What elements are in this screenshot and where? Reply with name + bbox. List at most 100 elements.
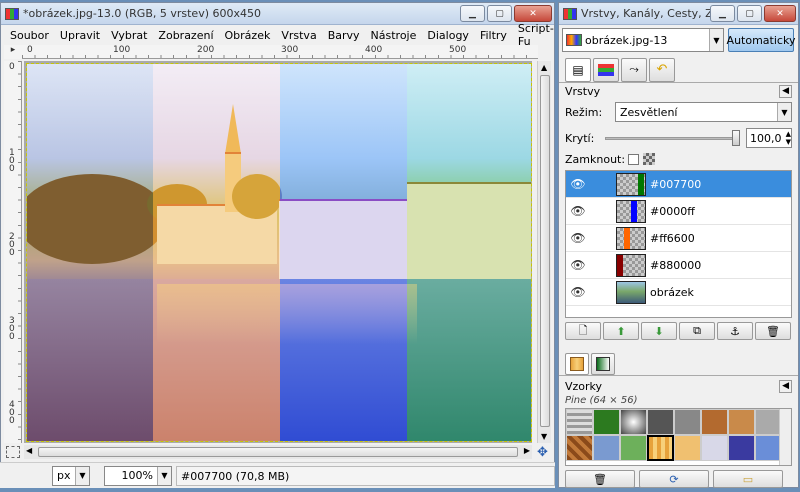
minimize-button[interactable]: ▁ — [710, 5, 735, 22]
lock-alpha-checkbox[interactable] — [628, 153, 640, 165]
selected-pattern-label: Pine (64 × 56) — [565, 395, 638, 406]
tab-patterns[interactable] — [565, 352, 589, 375]
layer-row[interactable]: 👁 #0000ff — [566, 198, 791, 225]
vertical-scrollbar[interactable]: ▲ ▼ — [537, 61, 551, 443]
open-pattern-button[interactable]: ▭ — [713, 470, 783, 488]
image-canvas[interactable] — [26, 63, 532, 442]
delete-pattern-button[interactable]: 🗑 — [565, 470, 635, 488]
mode-select[interactable]: Zesvětlení ▼ — [615, 102, 792, 122]
pattern-swatch[interactable] — [620, 435, 647, 461]
layer-row[interactable]: 👁 #880000 — [566, 252, 791, 279]
visibility-eye-icon[interactable]: 👁 — [566, 204, 590, 218]
pattern-swatch[interactable] — [728, 409, 755, 435]
mode-label: Režim: — [565, 105, 603, 119]
menu-obrazek[interactable]: Obrázek — [220, 29, 277, 42]
pattern-swatch[interactable] — [620, 409, 647, 435]
menu-dialogy[interactable]: Dialogy — [422, 29, 475, 42]
pattern-swatch[interactable] — [674, 409, 701, 435]
pattern-swatch[interactable] — [755, 435, 782, 461]
scroll-down-icon[interactable]: ▼ — [541, 432, 547, 441]
quick-mask-icon[interactable] — [6, 446, 20, 458]
maximize-button[interactable]: ▢ — [737, 5, 762, 22]
pattern-swatch[interactable] — [566, 409, 593, 435]
anchor-layer-button[interactable]: ⚓ — [717, 322, 753, 340]
image-selector-value: obrázek.jpg-13 — [585, 33, 668, 47]
scroll-up-icon[interactable]: ▲ — [541, 63, 547, 72]
unit-select[interactable]: px ▼ — [52, 465, 90, 486]
duplicate-layer-button[interactable]: ⧉ — [679, 322, 715, 340]
pattern-swatch[interactable] — [647, 409, 674, 435]
pattern-swatch-pine[interactable] — [647, 435, 674, 461]
menu-vybrat[interactable]: Vybrat — [106, 29, 153, 42]
lower-layer-button[interactable]: ⬇ — [641, 322, 677, 340]
pattern-swatch[interactable] — [674, 435, 701, 461]
duplicate-icon: ⧉ — [693, 324, 701, 337]
patterns-scrollbar[interactable] — [779, 409, 791, 465]
layer-row[interactable]: 👁 #007700 — [566, 171, 791, 198]
zoom-select[interactable]: 100% ▼ — [104, 465, 172, 486]
layer-color-strip — [617, 254, 623, 276]
ruler-left[interactable]: 0 1 0 0 2 0 0 3 0 0 4 0 0 — [4, 61, 22, 443]
new-layer-button[interactable]: 🗋 — [565, 322, 601, 340]
horizontal-scroll-thumb[interactable] — [38, 447, 518, 457]
close-button[interactable]: ✕ — [514, 5, 552, 22]
delete-layer-button[interactable]: 🗑 — [755, 322, 791, 340]
opacity-slider-handle[interactable] — [732, 130, 740, 146]
visibility-eye-icon[interactable]: 👁 — [566, 258, 590, 272]
menu-vrstva[interactable]: Vrstva — [276, 29, 322, 42]
chevron-down-icon[interactable]: ▼ — [157, 466, 171, 485]
maximize-button[interactable]: ▢ — [487, 5, 512, 22]
menu-filtry[interactable]: Filtry — [475, 29, 513, 42]
image-selector[interactable]: obrázek.jpg-13 ▼ — [562, 28, 724, 52]
menu-upravit[interactable]: Upravit — [55, 29, 106, 42]
panel-menu-icon[interactable]: ◀ — [779, 380, 792, 393]
ruler-top[interactable]: 0 100 200 300 400 500 — [22, 45, 538, 59]
minimize-button[interactable]: ▁ — [460, 5, 485, 22]
dock-titlebar[interactable]: Vrstvy, Kanály, Cesty, Zpět... ▁ ▢ ✕ — [559, 3, 798, 25]
opacity-slider[interactable] — [605, 130, 740, 146]
pattern-swatch[interactable] — [755, 409, 782, 435]
spin-icon[interactable]: ▲ ▼ — [786, 130, 791, 146]
pattern-swatch[interactable] — [593, 435, 620, 461]
scroll-left-icon[interactable]: ◀ — [26, 446, 32, 455]
pattern-swatch[interactable] — [701, 409, 728, 435]
pattern-swatch[interactable] — [701, 435, 728, 461]
auto-button[interactable]: Automaticky — [727, 28, 795, 52]
chevron-down-icon[interactable]: ▼ — [777, 103, 791, 121]
refresh-patterns-button[interactable]: ⟳ — [639, 470, 709, 488]
raise-layer-button[interactable]: ⬆ — [603, 322, 639, 340]
chevron-down-icon[interactable]: ▼ — [75, 466, 89, 485]
ruler-top-500: 500 — [449, 45, 467, 55]
horizontal-scrollbar[interactable]: ◀ ▶ — [24, 445, 532, 459]
chevron-down-icon[interactable]: ▼ — [709, 29, 723, 51]
ruler-left-300: 3 0 0 — [9, 316, 15, 342]
ruler-corner[interactable]: ▸ — [4, 45, 22, 59]
tab-layers[interactable]: ▤ — [565, 57, 591, 82]
opacity-input[interactable]: 100,0 ▲ ▼ — [746, 128, 792, 148]
pattern-swatch[interactable] — [593, 409, 620, 435]
vertical-scroll-thumb[interactable] — [540, 75, 550, 427]
layer-row[interactable]: 👁 obrázek — [566, 279, 791, 306]
pattern-swatch[interactable] — [566, 435, 593, 461]
image-window-titlebar[interactable]: *obrázek.jpg-13.0 (RGB, 5 vrstev) 600x45… — [1, 3, 554, 25]
navigate-icon[interactable]: ✥ — [537, 445, 548, 460]
panel-menu-icon[interactable]: ◀ — [779, 85, 792, 98]
close-button[interactable]: ✕ — [764, 5, 796, 22]
opacity-label: Krytí: — [565, 131, 595, 145]
tab-undo[interactable]: ↶ — [649, 57, 675, 82]
menu-soubor[interactable]: Soubor — [5, 29, 55, 42]
menu-barvy[interactable]: Barvy — [323, 29, 366, 42]
tab-channels[interactable] — [593, 57, 619, 82]
menu-zobrazeni[interactable]: Zobrazení — [153, 29, 219, 42]
pattern-swatch[interactable] — [728, 435, 755, 461]
patterns-grid[interactable] — [565, 408, 792, 466]
layer-row[interactable]: 👁 #ff6600 — [566, 225, 791, 252]
tab-paths[interactable]: ⤳ — [621, 57, 647, 82]
visibility-eye-icon[interactable]: 👁 — [566, 231, 590, 245]
visibility-eye-icon[interactable]: 👁 — [566, 177, 590, 191]
menu-nastroje[interactable]: Nástroje — [366, 29, 423, 42]
tab-gradients[interactable] — [591, 352, 615, 375]
visibility-eye-icon[interactable]: 👁 — [566, 285, 590, 299]
lock-row: Zamknout: — [559, 148, 798, 170]
scroll-right-icon[interactable]: ▶ — [524, 446, 530, 455]
